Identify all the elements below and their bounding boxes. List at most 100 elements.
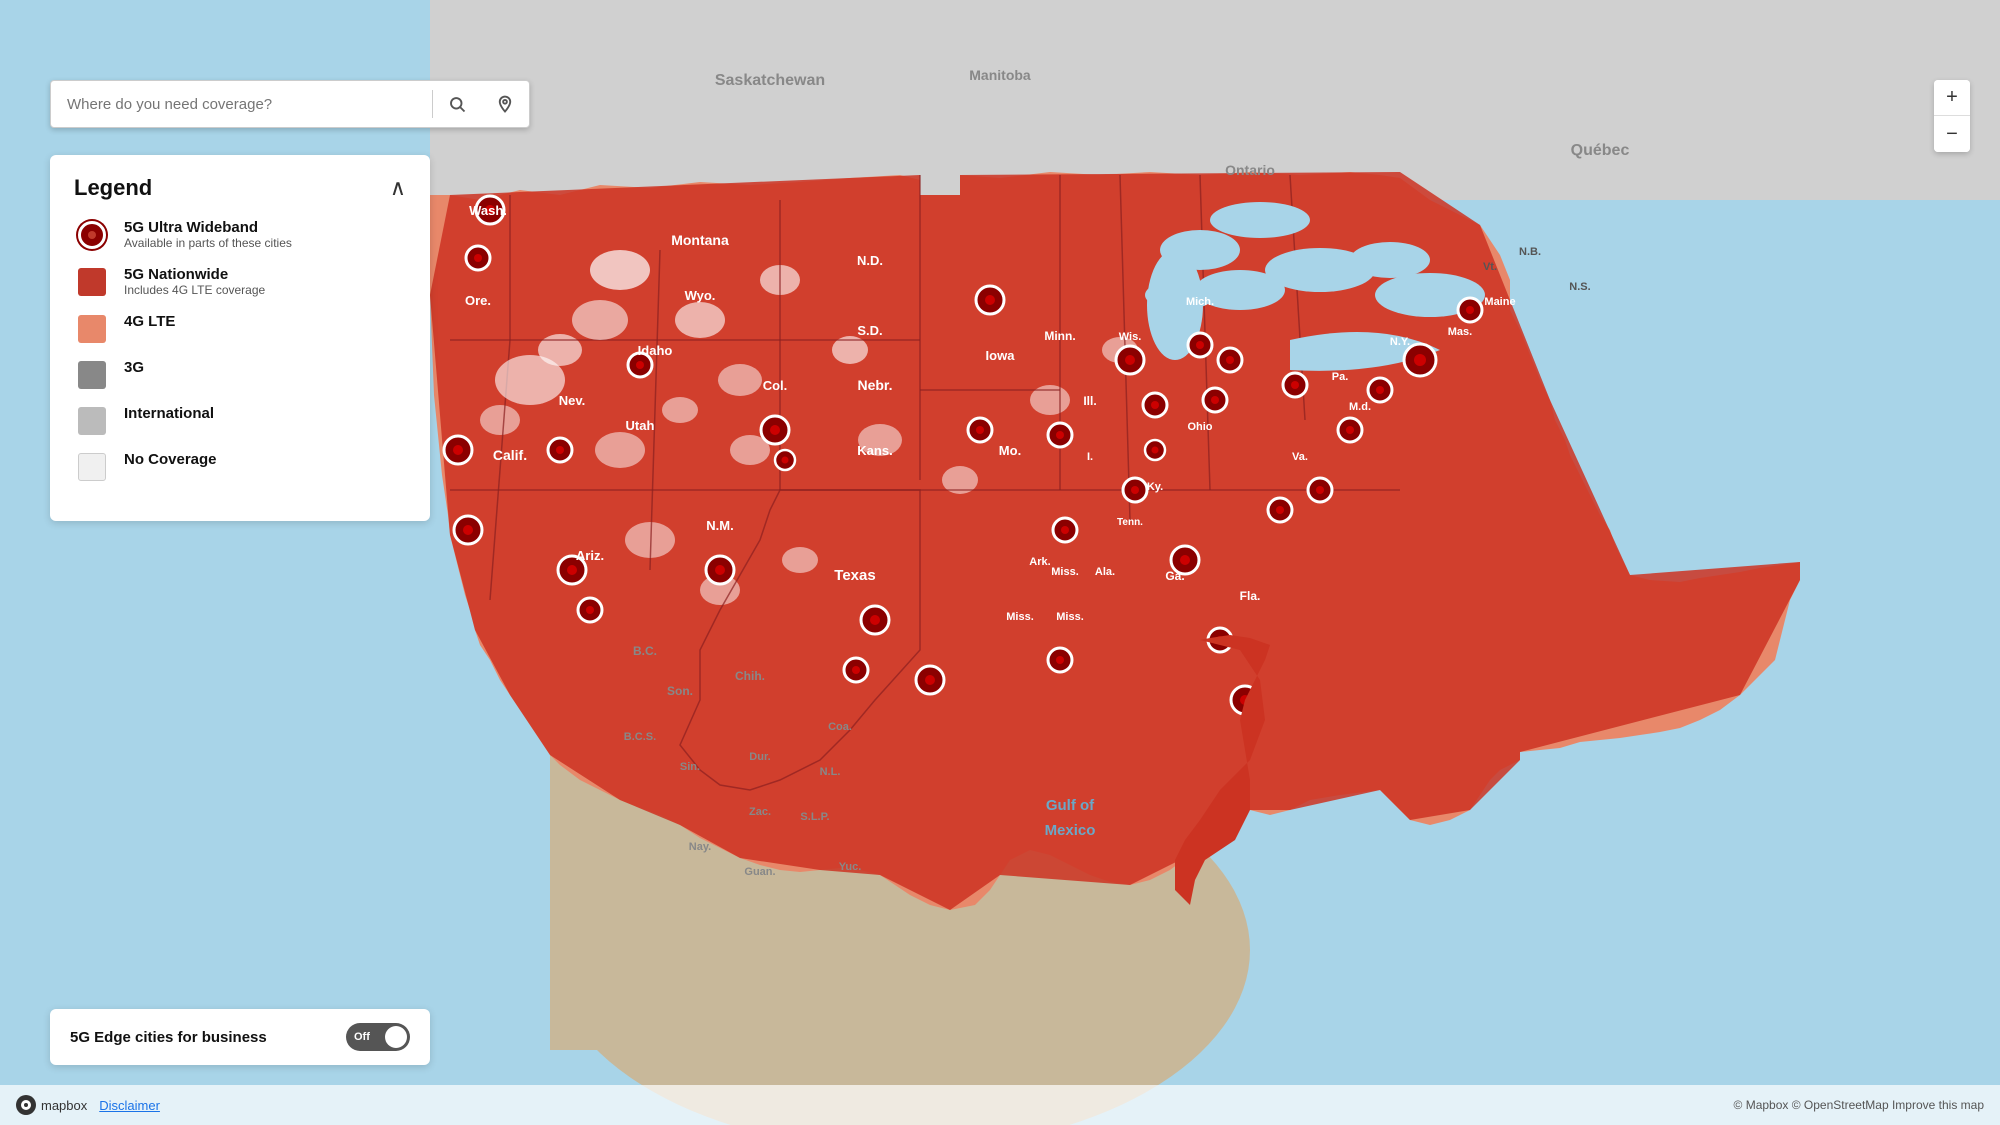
svg-text:Guan.: Guan.	[744, 866, 775, 878]
zoom-out-button[interactable]: −	[1934, 116, 1970, 152]
svg-text:Ohio: Ohio	[1187, 421, 1212, 433]
legend-collapse-button[interactable]: ∧	[390, 175, 406, 201]
svg-text:B.C.S.: B.C.S.	[624, 731, 656, 743]
zoom-in-button[interactable]: +	[1934, 80, 1970, 116]
svg-text:B.C.: B.C.	[633, 644, 657, 658]
svg-text:Wis.: Wis.	[1119, 331, 1142, 343]
zoom-controls: + −	[1934, 80, 1970, 152]
mapbox-text: mapbox	[41, 1098, 87, 1113]
threeg-icon	[74, 361, 110, 389]
nationwide-icon	[74, 268, 110, 296]
toggle-off-label: Off	[354, 1031, 370, 1043]
svg-text:Ontario: Ontario	[1225, 162, 1275, 178]
svg-text:Miss.: Miss.	[1056, 611, 1084, 623]
mapbox-logo-icon	[16, 1095, 36, 1115]
svg-text:Fla.: Fla.	[1240, 589, 1261, 603]
svg-text:N.S.: N.S.	[1569, 281, 1590, 293]
svg-text:Zac.: Zac.	[749, 806, 771, 818]
svg-text:Va.: Va.	[1292, 451, 1308, 463]
svg-text:Miss.: Miss.	[1051, 566, 1079, 578]
svg-text:Vt.: Vt.	[1483, 261, 1497, 273]
svg-text:M.d.: M.d.	[1349, 401, 1371, 413]
legend-panel: Legend ∧ 5G Ultra Wideband Available in …	[50, 155, 430, 521]
disclaimer-link[interactable]: Disclaimer	[99, 1098, 160, 1113]
svg-text:Ga.: Ga.	[1165, 569, 1184, 583]
search-input[interactable]	[51, 96, 432, 113]
svg-text:Texas: Texas	[834, 567, 875, 584]
svg-text:Mas.: Mas.	[1448, 326, 1472, 338]
attribution-text: © Mapbox © OpenStreetMap Improve this ma…	[1734, 1098, 1984, 1112]
svg-text:Nebr.: Nebr.	[857, 377, 892, 393]
svg-text:N.D.: N.D.	[857, 253, 883, 268]
svg-text:Ky.: Ky.	[1147, 481, 1163, 493]
legend-text-3g: 3G	[124, 359, 144, 376]
svg-text:Coa.: Coa.	[828, 721, 852, 733]
svg-text:Tenn.: Tenn.	[1117, 517, 1143, 528]
legend-title: Legend	[74, 175, 152, 201]
svg-text:Mexico: Mexico	[1045, 822, 1096, 839]
edge-label: 5G Edge cities for business	[70, 1029, 267, 1046]
svg-text:Miss.: Miss.	[1006, 611, 1034, 623]
svg-text:Calif.: Calif.	[493, 447, 527, 463]
svg-text:Ill.: Ill.	[1083, 394, 1096, 408]
svg-text:S.L.P.: S.L.P.	[800, 811, 829, 823]
mapbox-logo: mapbox	[16, 1095, 87, 1115]
legend-item-nationwide: 5G Nationwide Includes 4G LTE coverage	[74, 266, 406, 297]
legend-item-international: International	[74, 405, 406, 435]
svg-text:Gulf of: Gulf of	[1046, 797, 1095, 814]
legend-item-lte: 4G LTE	[74, 313, 406, 343]
legend-item-no-coverage: No Coverage	[74, 451, 406, 481]
svg-text:Ala.: Ala.	[1095, 566, 1115, 578]
svg-text:N.B.: N.B.	[1519, 246, 1541, 258]
legend-item-uwb: 5G Ultra Wideband Available in parts of …	[74, 219, 406, 250]
svg-text:Ariz.: Ariz.	[576, 548, 604, 563]
svg-text:Ark.: Ark.	[1029, 556, 1050, 568]
legend-item-3g: 3G	[74, 359, 406, 389]
search-bar[interactable]	[50, 80, 530, 128]
svg-text:Nev.: Nev.	[559, 393, 586, 408]
svg-text:Maine: Maine	[1484, 296, 1515, 308]
svg-text:Son.: Son.	[667, 684, 693, 698]
svg-text:N.M.: N.M.	[706, 518, 733, 533]
svg-text:Montana: Montana	[671, 232, 729, 248]
svg-text:Minn.: Minn.	[1044, 329, 1075, 343]
svg-text:Dur.: Dur.	[749, 751, 770, 763]
svg-text:N.Y.: N.Y.	[1390, 336, 1410, 348]
map-container[interactable]: Wash. Ore. Calif. Nev. Idaho Utah Ariz. …	[0, 0, 2000, 1125]
svg-text:Col.: Col.	[763, 378, 788, 393]
svg-text:Nay.: Nay.	[689, 841, 711, 853]
legend-text-international: International	[124, 405, 214, 422]
legend-text-lte: 4G LTE	[124, 313, 175, 330]
svg-text:Wyo.: Wyo.	[685, 288, 716, 303]
svg-text:Utah: Utah	[626, 418, 655, 433]
svg-text:Mich.: Mich.	[1186, 296, 1214, 308]
svg-text:Wash.: Wash.	[469, 203, 507, 218]
edge-bar: 5G Edge cities for business Off	[50, 1009, 430, 1065]
svg-text:Saskatchewan: Saskatchewan	[715, 72, 825, 89]
svg-text:Kans.: Kans.	[857, 443, 892, 458]
svg-text:Yuc.: Yuc.	[839, 861, 862, 873]
search-button[interactable]	[433, 80, 481, 128]
legend-header: Legend ∧	[74, 175, 406, 201]
svg-text:S.D.: S.D.	[857, 323, 882, 338]
legend-text-nationwide: 5G Nationwide Includes 4G LTE coverage	[124, 266, 265, 297]
svg-text:Mo.: Mo.	[999, 443, 1021, 458]
legend-text-uwb: 5G Ultra Wideband Available in parts of …	[124, 219, 292, 250]
toggle-knob	[385, 1026, 407, 1048]
edge-toggle[interactable]: Off	[346, 1023, 410, 1051]
intl-icon	[74, 407, 110, 435]
svg-text:Pa.: Pa.	[1332, 371, 1349, 383]
svg-text:N.L.: N.L.	[820, 766, 841, 778]
svg-text:Québec: Québec	[1571, 142, 1630, 159]
uwb-icon	[74, 221, 110, 249]
svg-text:Manitoba: Manitoba	[969, 67, 1031, 83]
lte-icon	[74, 315, 110, 343]
svg-text:Sin.: Sin.	[680, 761, 700, 773]
bottom-bar: mapbox Disclaimer © Mapbox © OpenStreetM…	[0, 1085, 2000, 1125]
svg-text:Idaho: Idaho	[638, 343, 673, 358]
svg-text:I.: I.	[1087, 451, 1093, 463]
svg-text:Iowa: Iowa	[986, 348, 1016, 363]
svg-text:Ore.: Ore.	[465, 293, 491, 308]
location-button[interactable]	[481, 80, 529, 128]
legend-text-no-coverage: No Coverage	[124, 451, 217, 468]
